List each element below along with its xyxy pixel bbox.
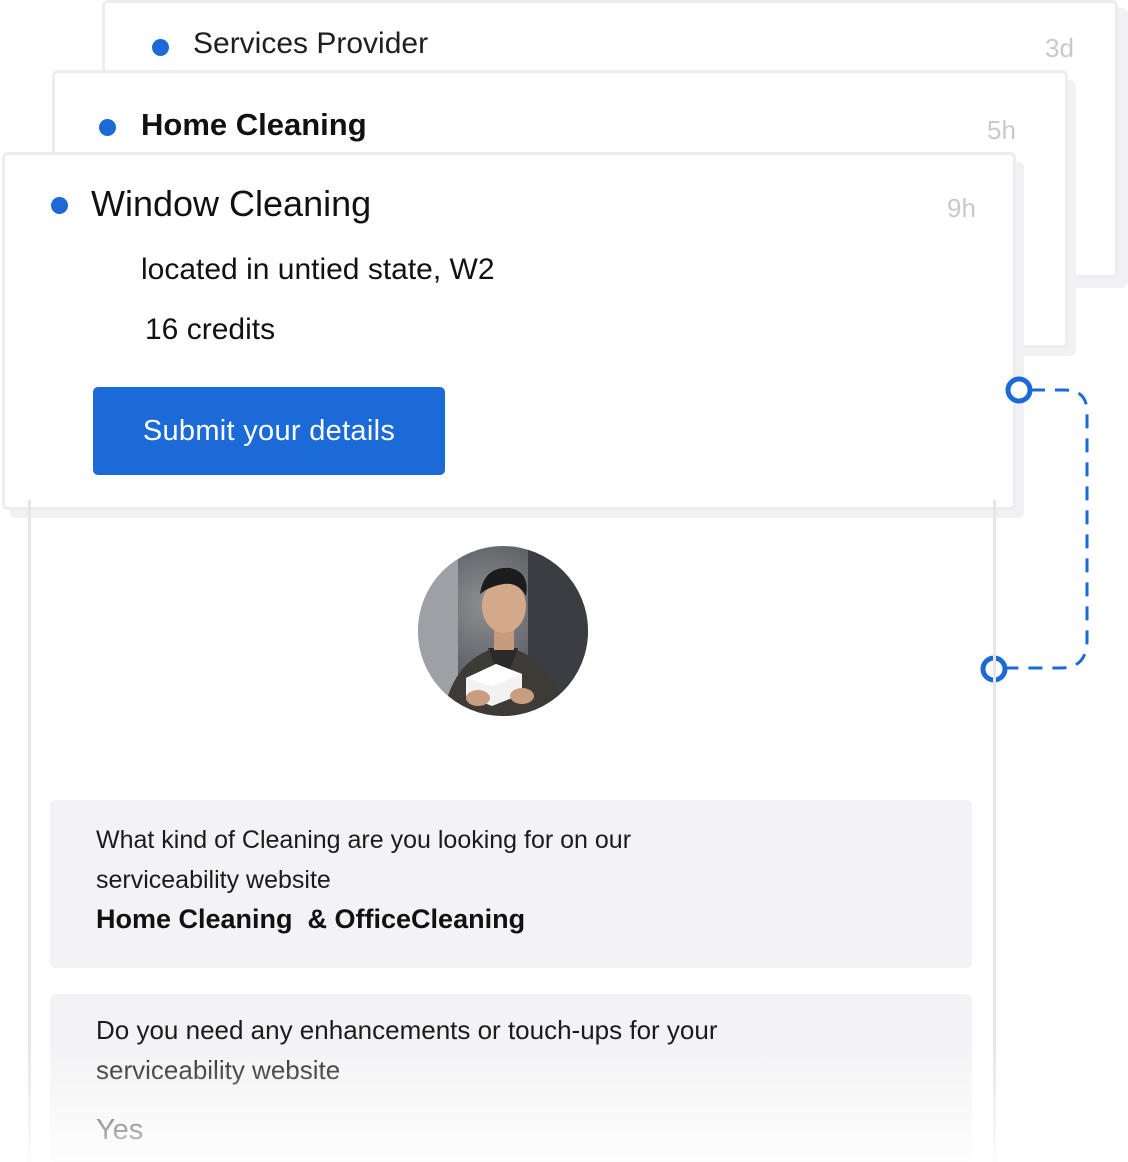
avatar-illustration <box>418 546 588 716</box>
card-title: Home Cleaning <box>141 107 367 142</box>
qa-item: What kind of Cleaning are you looking fo… <box>50 800 972 968</box>
question-text: Do you need any enhancements or touch-up… <box>96 1015 718 1085</box>
qa-item: Do you need any enhancements or touch-up… <box>50 994 972 1162</box>
blue-dot-icon <box>152 39 169 56</box>
card-time: 5h <box>987 115 1016 145</box>
question-text: What kind of Cleaning are you looking fo… <box>96 826 632 894</box>
blue-dot-icon <box>51 197 68 214</box>
blue-dot-icon <box>99 119 116 136</box>
submit-details-button[interactable]: Submit your details <box>93 387 445 475</box>
user-avatar <box>418 546 588 716</box>
card-time: 9h <box>947 193 976 223</box>
credits-text: 16 credits <box>145 313 276 346</box>
card-time: 3d <box>1045 33 1074 63</box>
card-window-cleaning[interactable]: Window Cleaning 9h located in untied sta… <box>2 152 1016 510</box>
answer-text: Yes <box>96 1114 144 1146</box>
card-title: Window Cleaning <box>91 183 372 224</box>
answer-text: Home Cleaning & OfficeCleaning <box>96 904 526 934</box>
location-text: located in untied state, W2 <box>141 253 495 286</box>
card-title: Services Provider <box>193 27 429 60</box>
